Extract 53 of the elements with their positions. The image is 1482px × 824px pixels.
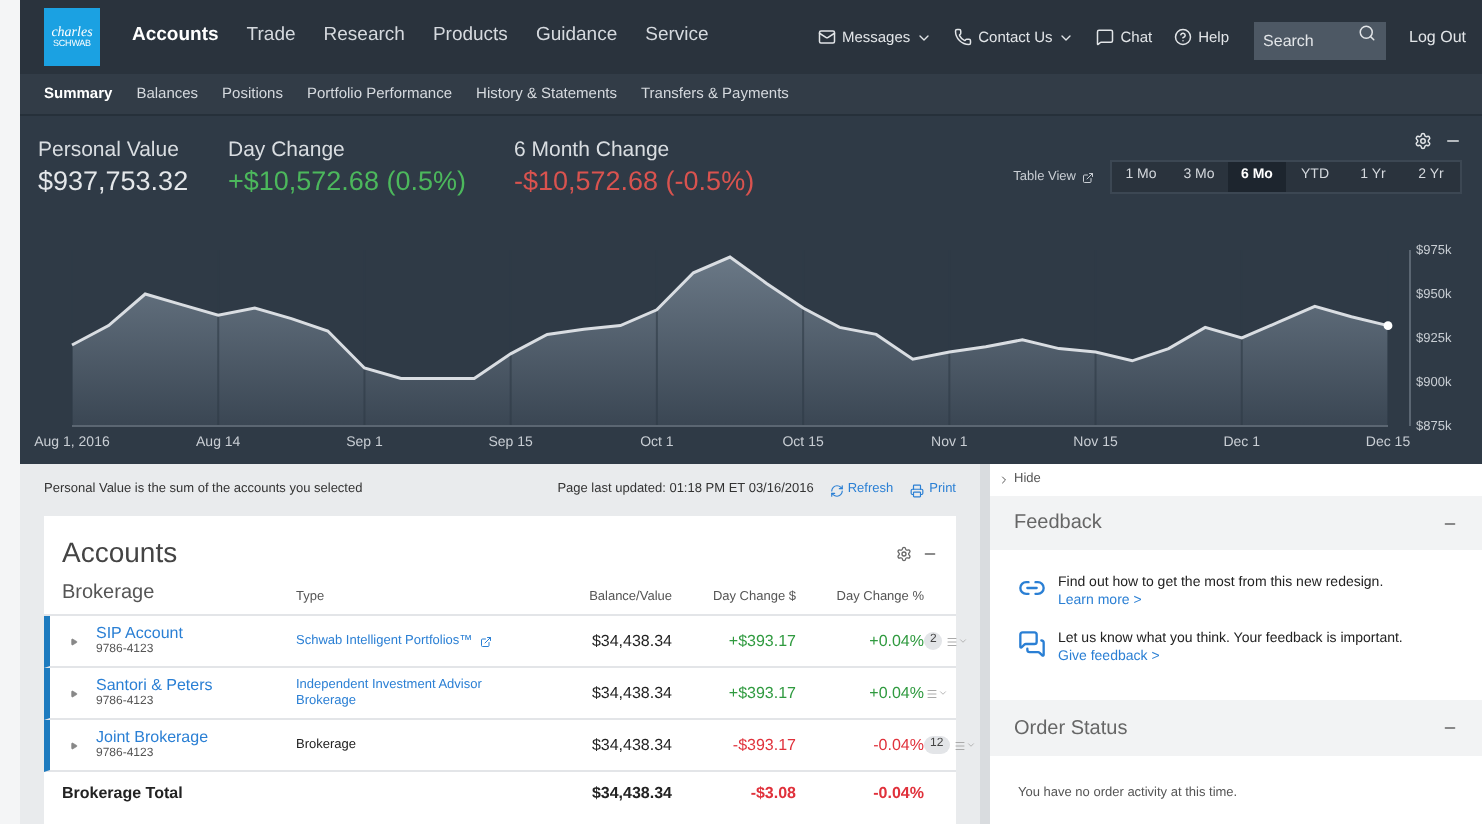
total-day-change-percent: -0.04%: [871, 782, 924, 806]
day-change-percent-cell-text: +0.04%: [867, 681, 924, 705]
day-change-cell-text: +$393.17: [726, 629, 796, 653]
search-icon: [1357, 23, 1376, 41]
metric-label: 6 Month Change: [514, 138, 672, 164]
expand-icon[interactable]: [70, 689, 78, 697]
section-title: Order Status: [1014, 715, 1128, 743]
search-field[interactable]: Search: [1253, 21, 1386, 59]
day-change-percent-cell-text: +0.04%: [867, 629, 924, 653]
phone-icon: [954, 28, 973, 46]
logout-link[interactable]: Log Out: [1409, 25, 1466, 49]
group-heading: Brokerage: [62, 580, 157, 608]
balance-cell-text: $34,438.34: [589, 629, 672, 653]
account-name-link[interactable]: Joint Brokerage: [96, 727, 209, 745]
section-title: Feedback: [1014, 510, 1102, 538]
metric-label: Day Change: [228, 138, 347, 164]
expand-icon[interactable]: [70, 637, 78, 645]
day-change-percent-cell-text: -0.04%: [871, 733, 924, 757]
metric-value: $937,753.32: [38, 164, 191, 198]
help-icon: [1174, 28, 1193, 46]
metric-value: +$10,572.68 (0.5%): [228, 164, 468, 198]
balance-cell-text: $34,438.34: [589, 681, 672, 705]
nav-tab[interactable]: Products: [432, 22, 508, 52]
expand-icon[interactable]: [70, 741, 78, 749]
total-label: Brokerage Total: [62, 782, 185, 806]
day-change-cell-text: -$393.17: [730, 733, 796, 757]
chat-icon: [1096, 28, 1115, 46]
chat-bubbles-icon: [1018, 630, 1046, 658]
envelope-icon: [817, 28, 836, 46]
metric-label: Personal Value: [38, 138, 181, 164]
nav-tab[interactable]: Accounts: [132, 22, 219, 52]
nav-tab[interactable]: Guidance: [535, 22, 618, 52]
row-menu-icon[interactable]: [953, 739, 976, 751]
chart-point: [1383, 321, 1393, 331]
external-link-icon: [1082, 171, 1094, 183]
refresh-icon: [829, 483, 844, 497]
external-link-icon: [480, 635, 493, 647]
row-menu-icon[interactable]: [946, 635, 969, 647]
account-name-link[interactable]: Santori & Peters: [96, 675, 213, 693]
total-balance: $34,438.34: [589, 782, 672, 806]
balance-cell-text: $34,438.34: [589, 733, 672, 757]
metric-value: -$10,572.68 (-0.5%): [514, 164, 757, 198]
nav-tab[interactable]: Trade: [246, 22, 296, 52]
card-title: Accounts: [62, 534, 178, 572]
row-menu-icon[interactable]: [926, 687, 948, 699]
nav-tab[interactable]: Research: [323, 22, 405, 52]
printer-icon: [909, 483, 924, 497]
nav-tab[interactable]: Service: [645, 22, 709, 52]
account-name-link[interactable]: SIP Account: [96, 623, 183, 641]
total-day-change: -$3.08: [748, 782, 796, 806]
day-change-cell-text: +$393.17: [726, 681, 796, 705]
chevron-right-icon: [998, 474, 1010, 486]
settings-icon[interactable]: [896, 545, 912, 561]
